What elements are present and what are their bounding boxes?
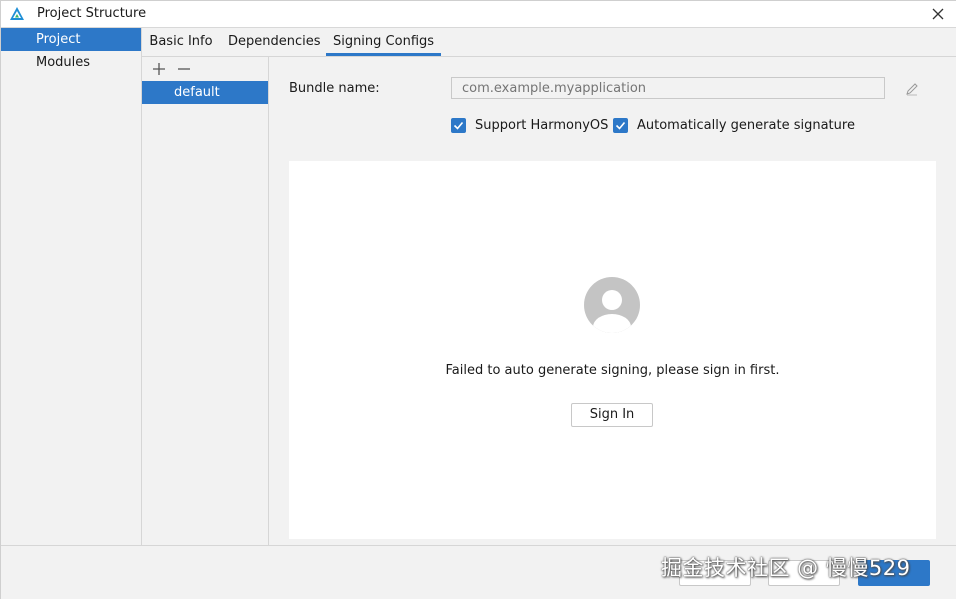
- bundle-name-label: Bundle name:: [289, 81, 380, 96]
- watermark: 掘金技术社区 @ 慢慢529: [661, 556, 911, 580]
- sign-in-button[interactable]: Sign In: [571, 403, 653, 427]
- tab-bar: Basic Info Dependencies Signing Configs: [142, 28, 956, 57]
- title-bar: Project Structure: [1, 1, 956, 28]
- sign-in-panel: Failed to auto generate signing, please …: [289, 161, 936, 539]
- window-title: Project Structure: [37, 6, 147, 21]
- bundle-name-field[interactable]: [451, 77, 885, 99]
- sign-in-message: Failed to auto generate signing, please …: [445, 363, 780, 378]
- close-icon: [932, 8, 944, 20]
- checkbox-checked-icon: [613, 117, 628, 133]
- checkbox-label: Support HarmonyOS: [475, 117, 609, 133]
- sidebar-item-label: Project: [36, 32, 81, 47]
- user-avatar-icon: [584, 277, 640, 333]
- checkbox-label: Automatically generate signature: [637, 117, 855, 133]
- tab-basic-info[interactable]: Basic Info: [148, 28, 214, 56]
- sidebar-item-label: Modules: [36, 55, 91, 70]
- tab-label: Basic Info: [149, 34, 213, 49]
- support-harmonyos-checkbox[interactable]: Support HarmonyOS: [451, 116, 608, 134]
- list-item-label: default: [174, 85, 220, 100]
- checkbox-checked-icon: [451, 117, 466, 133]
- tab-signing-configs[interactable]: Signing Configs: [326, 28, 441, 56]
- close-button[interactable]: [926, 2, 950, 26]
- list-item-default[interactable]: default: [142, 81, 268, 104]
- tab-label: Signing Configs: [332, 34, 435, 49]
- project-structure-dialog: Project Structure Project Modules Basic …: [0, 0, 956, 599]
- plus-icon[interactable]: [151, 61, 167, 77]
- tab-label: Dependencies: [228, 34, 321, 49]
- tab-dependencies[interactable]: Dependencies: [228, 28, 321, 56]
- signing-config-list: default: [142, 57, 269, 545]
- sidebar-item-project[interactable]: Project: [1, 28, 141, 51]
- minus-icon[interactable]: [176, 61, 192, 77]
- deveco-logo-icon: [10, 7, 24, 20]
- sidebar: Project Modules: [1, 28, 142, 545]
- pencil-icon[interactable]: [905, 82, 919, 96]
- sidebar-item-modules[interactable]: Modules: [1, 51, 141, 74]
- auto-generate-signature-checkbox[interactable]: Automatically generate signature: [613, 116, 855, 134]
- signing-config-content: Bundle name: Support HarmonyOS Automatic…: [269, 57, 956, 545]
